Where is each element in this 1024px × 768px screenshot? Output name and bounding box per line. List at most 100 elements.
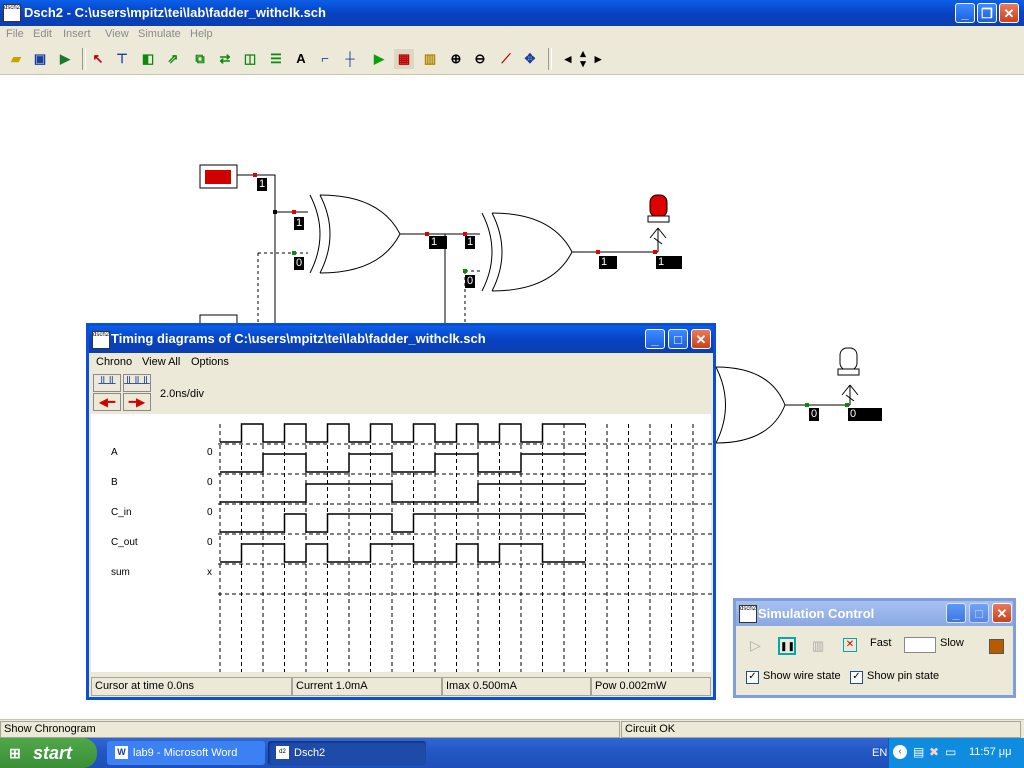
symbol-icon[interactable]: ☰: [266, 49, 286, 69]
waveform-0: [220, 423, 586, 443]
signal-value: 0: [207, 477, 213, 488]
show-wire-state-checkbox[interactable]: ✓: [746, 671, 759, 684]
start-button[interactable]: ⊞ start: [0, 738, 97, 768]
network-icon[interactable]: ▤: [913, 745, 924, 759]
zoom-in-icon[interactable]: ⊕: [446, 49, 466, 69]
fit-icon[interactable]: ✥: [520, 49, 540, 69]
open-folder-icon[interactable]: ▰: [6, 49, 26, 69]
monitor-icon[interactable]: ▭: [945, 745, 956, 759]
show-wire-state-label: Show wire state: [763, 670, 841, 682]
save-icon[interactable]: ▣: [30, 49, 50, 69]
signal-value: 0: [207, 447, 213, 458]
taskbar: ⊞ start W lab9 - Microsoft Word d2 Dsch2…: [0, 738, 1024, 768]
close-button[interactable]: ✕: [999, 3, 1019, 23]
main-title-bar: dsch2 Dsch2 - C:\users\mpitz\tei\lab\fad…: [0, 0, 1024, 26]
sim-title-bar: dsch2 Simulation Control _ □ ✕: [736, 601, 1013, 626]
dsch2-app-icon: dsch2: [3, 4, 21, 22]
wire-state-label: 1: [257, 178, 268, 191]
word-icon: W: [115, 746, 128, 759]
text-icon[interactable]: A: [291, 49, 311, 69]
timing-chart-icon[interactable]: ▦: [394, 49, 414, 69]
language-indicator[interactable]: EN: [872, 747, 887, 759]
wire-state-label: 1: [294, 217, 305, 230]
wire-state-label: 0: [294, 257, 305, 270]
taskbar-item-dsch2[interactable]: d2 Dsch2: [268, 741, 426, 765]
menu-view[interactable]: View: [105, 28, 129, 40]
move-icon[interactable]: ◧: [138, 49, 158, 69]
menu-help[interactable]: Help: [190, 28, 213, 40]
menu-insert[interactable]: Insert: [63, 28, 91, 40]
select-arrow-icon[interactable]: ↖: [88, 49, 108, 69]
toolbar: ▰ ▣ ▶ ↖ ⊤ ◧ ⇗ ⧉ ⇄ ◫ ☰ A ⌐ ┼ ▶ ▦ ▥ ⊕ ⊖ ⟋ …: [0, 44, 1024, 75]
led-state-label: 1: [656, 256, 682, 269]
flip-icon[interactable]: ⇄: [215, 49, 235, 69]
wire-icon[interactable]: ⌐: [315, 49, 335, 69]
led-state-label: 0: [848, 408, 882, 421]
scroll-right-arrow-icon[interactable]: ━▶: [123, 393, 151, 411]
step-icon[interactable]: ▥: [812, 638, 824, 654]
dsch2-app-icon: dsch2: [92, 331, 110, 349]
power-status: Pow 0.002mW: [591, 677, 711, 696]
sim-minimize-button[interactable]: _: [946, 603, 966, 623]
timing-maximize-button[interactable]: □: [668, 329, 688, 349]
sim-close-button[interactable]: ✕: [992, 603, 1012, 623]
toolbar-separator: [82, 48, 86, 70]
zoom-time-in-icon[interactable]: ╨╨╨: [123, 374, 151, 392]
menu-options[interactable]: Options: [191, 356, 229, 368]
sim-maximize-button[interactable]: □: [969, 603, 989, 623]
restore-button[interactable]: ❐: [977, 3, 997, 23]
probe-icon[interactable]: ⟋: [496, 49, 516, 69]
scroll-left-arrow-icon[interactable]: ◀━: [93, 393, 121, 411]
signal-name: B: [111, 477, 118, 488]
security-alert-icon[interactable]: ✖: [929, 745, 939, 759]
fast-label: Fast: [870, 637, 892, 649]
signal-name: sum: [111, 567, 130, 578]
copy-icon[interactable]: ⧉: [190, 49, 210, 69]
add-pin-icon[interactable]: ⊤: [112, 49, 132, 69]
signal-name: C_in: [111, 507, 132, 518]
signal-name: C_out: [111, 537, 138, 548]
show-pin-state-checkbox[interactable]: ✓: [850, 671, 863, 684]
connection-icon[interactable]: ┼: [340, 49, 360, 69]
menu-edit[interactable]: Edit: [33, 28, 52, 40]
menu-bar: File Edit Insert View Simulate Help: [0, 26, 1024, 44]
mirror-icon[interactable]: ◫: [240, 49, 260, 69]
dsch2-icon: d2: [276, 746, 289, 759]
chronogram-plot[interactable]: A 0 B 0 C_in 0 C_out 0 sum x: [91, 414, 712, 672]
menu-file[interactable]: File: [6, 28, 24, 40]
timing-close-button[interactable]: ✕: [691, 329, 711, 349]
start-label: start: [33, 743, 73, 763]
windows-logo-icon: ⊞: [9, 745, 21, 761]
timing-window-title: Timing diagrams of C:\users\mpitz\tei\la…: [111, 331, 486, 346]
waveform-1: [220, 453, 586, 473]
menu-chrono[interactable]: Chrono: [96, 356, 132, 368]
logic-icon[interactable]: ▥: [420, 49, 440, 69]
zoom-time-out-icon[interactable]: ╨╨: [93, 374, 121, 392]
wire-state-label: 0: [809, 408, 820, 421]
signal-value: 0: [207, 537, 213, 548]
time-scale-label: 2.0ns/div: [160, 388, 205, 400]
waveform-2: [220, 483, 586, 503]
pause-icon[interactable]: ❚❚: [778, 637, 796, 655]
wire-state-label: 0: [465, 275, 476, 288]
taskbar-item-label: lab9 - Microsoft Word: [133, 747, 238, 759]
tray-expand-icon[interactable]: ‹: [893, 745, 907, 759]
simulate-play-icon[interactable]: ▶: [369, 49, 389, 69]
color-swatch[interactable]: [989, 639, 1004, 654]
taskbar-item-label: Dsch2: [294, 747, 326, 759]
wire-state-label: 1: [429, 236, 447, 249]
taskbar-item-word[interactable]: W lab9 - Microsoft Word: [107, 741, 265, 765]
zoom-out-icon[interactable]: ⊖: [470, 49, 490, 69]
status-right: Circuit OK: [621, 721, 1021, 738]
play-icon[interactable]: ▷: [750, 637, 761, 654]
export-icon[interactable]: ▶: [55, 49, 75, 69]
simulation-control-window: dsch2 Simulation Control _ □ ✕ ▷ ❚❚ ▥ ✕ …: [733, 598, 1016, 698]
stop-icon[interactable]: ✕: [843, 638, 857, 652]
minimize-button[interactable]: _: [955, 3, 975, 23]
menu-simulate[interactable]: Simulate: [138, 28, 181, 40]
timing-minimize-button[interactable]: _: [645, 329, 665, 349]
menu-view-all[interactable]: View All: [142, 356, 180, 368]
rotate-icon[interactable]: ⇗: [163, 49, 183, 69]
speed-slider[interactable]: [904, 637, 936, 653]
scroll-right-icon[interactable]: ▸: [588, 49, 608, 69]
